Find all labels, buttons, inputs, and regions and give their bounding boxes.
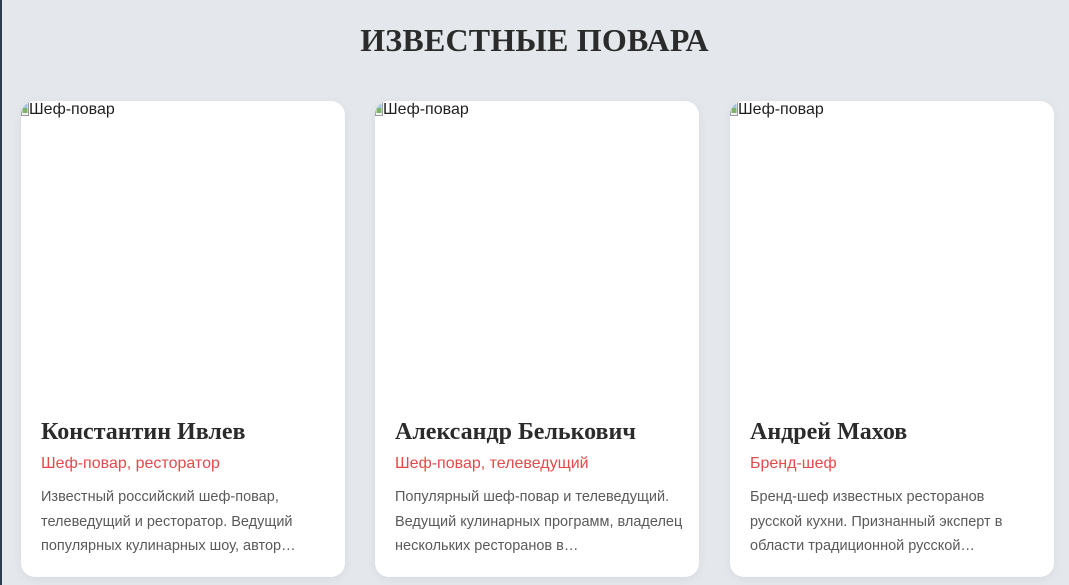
broken-image-icon [730, 102, 738, 116]
chef-photo-alt: Шеф-повар [29, 101, 115, 118]
chef-role: Шеф-повар, телеведущий [395, 455, 589, 472]
page-left-border [0, 0, 2, 585]
chef-photo-alt: Шеф-повар [383, 101, 469, 118]
chef-description: Бренд-шеф известных ресторанов русской к… [750, 489, 1003, 554]
chef-description: Известный российский шеф-повар, телеведу… [41, 489, 296, 554]
chef-card[interactable]: Шеф-повар Константин Ивлев Шеф-повар, ре… [21, 101, 345, 577]
broken-image-icon [21, 102, 29, 116]
broken-image-icon [375, 102, 383, 116]
chef-name: Андрей Махов [750, 419, 908, 445]
chef-role: Бренд-шеф [750, 455, 837, 472]
chef-photo: Шеф-повар [21, 101, 345, 401]
chef-name: Александр Белькович [395, 419, 636, 445]
chef-card[interactable]: Шеф-повар Александр Белькович Шеф-повар,… [375, 101, 699, 577]
chef-photo: Шеф-повар [730, 101, 1054, 401]
chef-photo: Шеф-повар [375, 101, 699, 401]
chef-role: Шеф-повар, ресторатор [41, 455, 220, 472]
section-title: ИЗВЕСТНЫЕ ПОВАРА [360, 22, 709, 58]
chef-photo-alt: Шеф-повар [738, 101, 824, 118]
chef-name: Константин Ивлев [41, 419, 246, 445]
chef-card[interactable]: Шеф-повар Андрей Махов Бренд-шеф Бренд-ш… [730, 101, 1054, 577]
chef-description: Популярный шеф-повар и телеведущий. Веду… [395, 489, 683, 554]
